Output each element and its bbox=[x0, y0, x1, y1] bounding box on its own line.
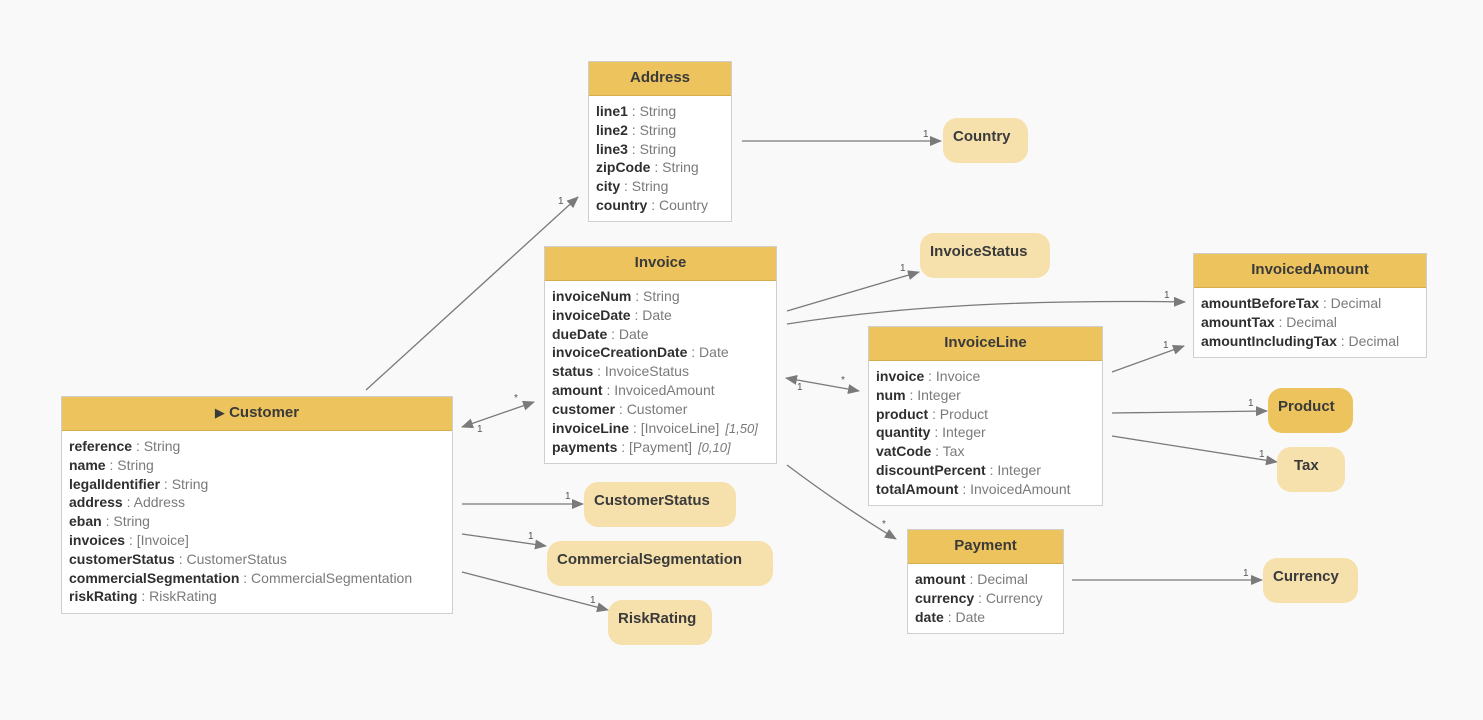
attribute[interactable]: payments : [Payment] [0,10] bbox=[552, 438, 769, 458]
edge-label: 1 bbox=[1163, 340, 1169, 351]
attribute[interactable]: invoiceCreationDate : Date bbox=[552, 343, 769, 362]
attribute-list: invoice : Invoice num : Integer product … bbox=[869, 361, 1102, 505]
edge-label: 1 bbox=[1248, 398, 1254, 409]
attribute[interactable]: riskRating : RiskRating bbox=[69, 587, 445, 606]
attribute[interactable]: status : InvoiceStatus bbox=[552, 362, 769, 381]
attribute[interactable]: city : String bbox=[596, 177, 724, 196]
entity-title: Invoice bbox=[545, 247, 776, 281]
attribute[interactable]: date : Date bbox=[915, 608, 1056, 627]
attribute[interactable]: amountTax : Decimal bbox=[1201, 313, 1419, 332]
attribute[interactable]: reference : String bbox=[69, 437, 445, 456]
attribute[interactable]: invoiceDate : Date bbox=[552, 306, 769, 325]
edge-label: 1 bbox=[528, 531, 534, 542]
entity-customer[interactable]: ▶ Customer reference : String name : Str… bbox=[61, 396, 453, 614]
edge-label: 1 bbox=[1259, 449, 1265, 460]
entity-title: Address bbox=[589, 62, 731, 96]
attribute[interactable]: invoice : Invoice bbox=[876, 367, 1095, 386]
edge-label: 1 bbox=[1243, 568, 1249, 579]
attribute[interactable]: invoiceNum : String bbox=[552, 287, 769, 306]
edge-label: * bbox=[882, 519, 886, 530]
entity-invoice[interactable]: Invoice invoiceNum : String invoiceDate … bbox=[544, 246, 777, 464]
edge-invoice-invoicedamount[interactable]: 1 bbox=[786, 290, 1186, 325]
multiplicity: [1,50] bbox=[725, 420, 758, 436]
ref-node-commercialsegmentation[interactable]: CommercialSegmentation bbox=[547, 541, 773, 586]
expand-triangle-icon[interactable]: ▶ bbox=[215, 405, 225, 420]
attribute-list: line1 : String line2 : String line3 : St… bbox=[589, 96, 731, 221]
entity-invoicedamount[interactable]: InvoicedAmount amountBeforeTax : Decimal… bbox=[1193, 253, 1427, 358]
attribute-list: amountBeforeTax : Decimal amountTax : De… bbox=[1194, 288, 1426, 356]
attribute[interactable]: customerStatus : CustomerStatus bbox=[69, 550, 445, 569]
entity-title: Payment bbox=[908, 530, 1063, 564]
attribute[interactable]: product : Product bbox=[876, 405, 1095, 424]
edge-invoice-invoicestatus[interactable]: 1 bbox=[786, 263, 920, 312]
edge-customer-invoice[interactable]: 1 * bbox=[461, 393, 535, 435]
edge-label: 1 bbox=[900, 263, 906, 274]
attribute[interactable]: customer : Customer bbox=[552, 400, 769, 419]
ref-node-currency[interactable]: Currency bbox=[1263, 558, 1358, 603]
entity-title: Customer bbox=[229, 404, 300, 421]
attribute[interactable]: name : String bbox=[69, 456, 445, 475]
edge-label: * bbox=[841, 375, 845, 386]
attribute[interactable]: discountPercent : Integer bbox=[876, 461, 1095, 480]
attribute[interactable]: line1 : String bbox=[596, 102, 724, 121]
attribute-list: amount : Decimal currency : Currency dat… bbox=[908, 564, 1063, 632]
ref-node-riskrating[interactable]: RiskRating bbox=[608, 600, 712, 645]
edge-label: * bbox=[514, 393, 518, 404]
edge-payment-currency[interactable]: 1 bbox=[1072, 568, 1263, 585]
attribute[interactable]: num : Integer bbox=[876, 386, 1095, 405]
edge-label: 1 bbox=[923, 129, 929, 140]
attribute[interactable]: invoiceLine : [InvoiceLine] [1,50] bbox=[552, 419, 769, 439]
attribute[interactable]: amountIncludingTax : Decimal bbox=[1201, 332, 1419, 351]
attribute[interactable]: vatCode : Tax bbox=[876, 442, 1095, 461]
edge-invoiceline-product[interactable]: 1 bbox=[1111, 398, 1268, 417]
edge-customer-customerstatus[interactable]: 1 bbox=[462, 491, 584, 509]
entity-title: InvoiceLine bbox=[869, 327, 1102, 361]
attribute[interactable]: amountBeforeTax : Decimal bbox=[1201, 294, 1419, 313]
attribute-list: invoiceNum : String invoiceDate : Date d… bbox=[545, 281, 776, 464]
attribute[interactable]: totalAmount : InvoicedAmount bbox=[876, 480, 1095, 499]
edge-label: 1 bbox=[558, 196, 564, 207]
attribute[interactable]: amount : Decimal bbox=[915, 570, 1056, 589]
entity-title: InvoicedAmount bbox=[1194, 254, 1426, 288]
attribute[interactable]: zipCode : String bbox=[596, 158, 724, 177]
attribute[interactable]: legalIdentifier : String bbox=[69, 475, 445, 494]
edge-address-country[interactable]: 1 bbox=[742, 129, 942, 146]
ref-node-invoicestatus[interactable]: InvoiceStatus bbox=[920, 233, 1050, 278]
ref-node-country[interactable]: Country bbox=[943, 118, 1028, 163]
attribute[interactable]: dueDate : Date bbox=[552, 325, 769, 344]
ref-node-product[interactable]: Product bbox=[1268, 388, 1353, 433]
attribute[interactable]: line2 : String bbox=[596, 121, 724, 140]
ref-node-customerstatus[interactable]: CustomerStatus bbox=[584, 482, 736, 527]
attribute[interactable]: quantity : Integer bbox=[876, 423, 1095, 442]
edge-invoice-invoiceline[interactable]: 1 * bbox=[785, 375, 860, 394]
edge-label: 1 bbox=[565, 491, 571, 502]
edge-label: 1 bbox=[797, 382, 803, 393]
edge-customer-commercialsegmentation[interactable]: 1 bbox=[461, 531, 547, 550]
edge-invoiceline-tax[interactable]: 1 bbox=[1111, 435, 1278, 466]
entity-address[interactable]: Address line1 : String line2 : String li… bbox=[588, 61, 732, 222]
edge-label: 1 bbox=[477, 424, 483, 435]
attribute[interactable]: address : Address bbox=[69, 493, 445, 512]
attribute[interactable]: country : Country bbox=[596, 196, 724, 215]
attribute[interactable]: amount : InvoicedAmount bbox=[552, 381, 769, 400]
edge-invoiceline-invoicedamount[interactable]: 1 bbox=[1111, 340, 1185, 373]
entity-title-bar: ▶ Customer bbox=[62, 397, 452, 431]
attribute-list: reference : String name : String legalId… bbox=[62, 431, 452, 612]
ref-node-tax[interactable]: Tax bbox=[1277, 447, 1345, 492]
attribute[interactable]: line3 : String bbox=[596, 140, 724, 159]
edge-label: 1 bbox=[1164, 290, 1170, 301]
attribute[interactable]: commercialSegmentation : CommercialSegme… bbox=[69, 569, 445, 588]
attribute[interactable]: currency : Currency bbox=[915, 589, 1056, 608]
attribute[interactable]: eban : String bbox=[69, 512, 445, 531]
attribute[interactable]: invoices : [Invoice] bbox=[69, 531, 445, 550]
entity-payment[interactable]: Payment amount : Decimal currency : Curr… bbox=[907, 529, 1064, 634]
multiplicity: [0,10] bbox=[698, 440, 731, 456]
edge-label: 1 bbox=[590, 595, 596, 606]
entity-invoiceline[interactable]: InvoiceLine invoice : Invoice num : Inte… bbox=[868, 326, 1103, 506]
